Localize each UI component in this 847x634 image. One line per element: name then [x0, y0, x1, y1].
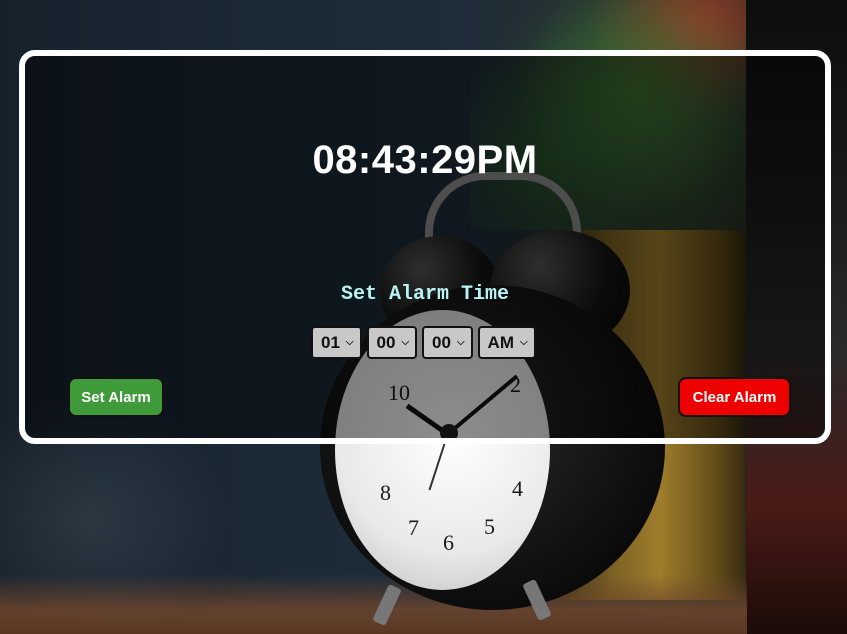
set-alarm-title: Set Alarm Time [340, 283, 510, 306]
minute-select-value: 00 [376, 332, 396, 352]
chevron-down-icon: ⌵ [345, 336, 354, 348]
clock-numeral: 8 [380, 480, 391, 505]
alarm-panel: 08:43:29PM Set Alarm Time 01 ⌵ 00 ⌵ 00 ⌵… [19, 50, 831, 444]
clock-numeral: 6 [443, 530, 454, 555]
minute-select[interactable]: 00 ⌵ [366, 326, 418, 359]
clock-numeral: 7 [408, 515, 419, 540]
ampm-select[interactable]: AM ⌵ [477, 326, 536, 359]
hour-select[interactable]: 01 ⌵ [311, 326, 362, 359]
clear-alarm-button[interactable]: Clear Alarm [678, 377, 791, 417]
clock-numeral: 5 [484, 514, 495, 539]
second-select[interactable]: 00 ⌵ [422, 326, 473, 359]
background-floor [0, 574, 747, 634]
second-select-value: 00 [432, 332, 451, 352]
clock-numeral: 4 [512, 476, 523, 501]
set-alarm-button[interactable]: Set Alarm [68, 377, 164, 417]
current-time: 08:43:29PM [312, 138, 538, 182]
chevron-down-icon: ⌵ [401, 336, 410, 348]
background-photo: 10 8 7 6 5 4 2 08:43:29PM Set Alarm Time… [0, 0, 847, 634]
hour-select-value: 01 [321, 332, 340, 352]
chevron-down-icon: ⌵ [456, 336, 465, 348]
chevron-down-icon: ⌵ [520, 336, 528, 348]
ampm-select-value: AM [487, 332, 514, 352]
alarm-time-selectors: 01 ⌵ 00 ⌵ 00 ⌵ AM ⌵ [311, 326, 536, 359]
